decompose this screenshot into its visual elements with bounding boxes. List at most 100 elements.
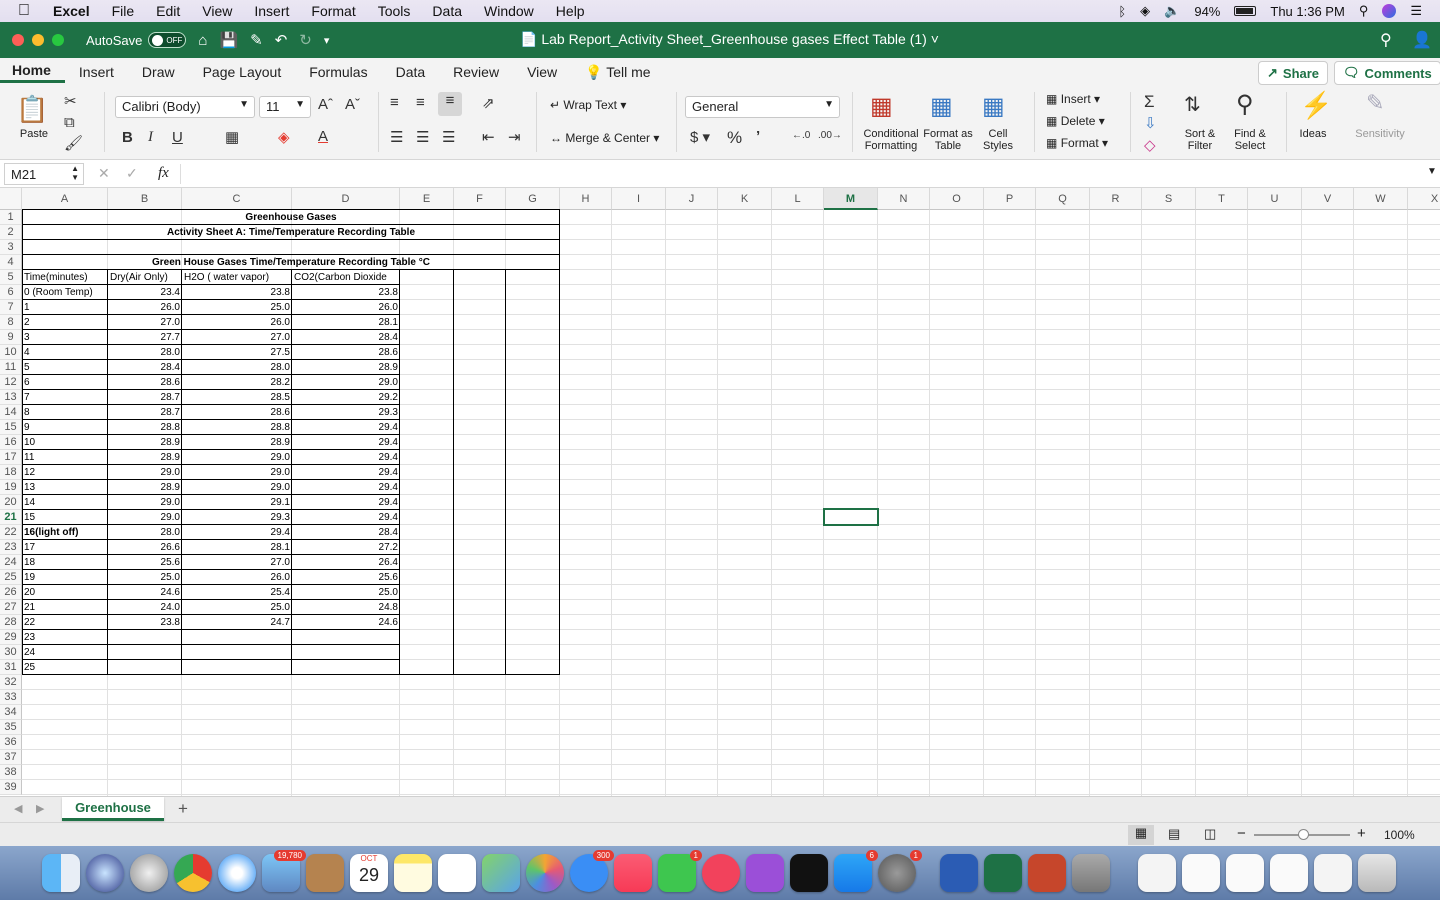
table-cell[interactable]: 22 <box>22 615 108 630</box>
row-header[interactable]: 10 <box>0 345 22 360</box>
table-cell[interactable]: 28.4 <box>292 330 400 345</box>
tab-insert[interactable]: Insert <box>65 64 128 80</box>
column-header[interactable]: F <box>454 188 506 210</box>
row-header[interactable]: 34 <box>0 705 22 720</box>
sort-filter-icon[interactable]: ⇅ <box>1184 92 1201 117</box>
table-cell[interactable]: 28.1 <box>182 540 292 555</box>
table-cell[interactable]: 7 <box>22 390 108 405</box>
row-header[interactable]: 24 <box>0 555 22 570</box>
table-cell[interactable]: 29.4 <box>292 450 400 465</box>
column-header[interactable]: K <box>718 188 772 210</box>
worksheet-grid[interactable]: A B C D E F G H I J K L M N O P Q R S T U V W X 1 2 3 4 5 6 7 8 9 10 11 12 1… <box>0 188 1440 796</box>
tell-me[interactable]: 💡 Tell me <box>571 64 664 81</box>
row-header[interactable]: 31 <box>0 660 22 675</box>
row-header[interactable]: 14 <box>0 405 22 420</box>
table-cell[interactable]: 27.7 <box>108 330 182 345</box>
row-header[interactable]: 15 <box>0 420 22 435</box>
table-cell[interactable]: 26.0 <box>292 300 400 315</box>
row-header[interactable]: 11 <box>0 360 22 375</box>
align-right-icon[interactable]: ☰ <box>442 128 455 146</box>
table-cell[interactable]: 24 <box>22 645 108 660</box>
zoom-out-button[interactable]: − <box>1237 825 1246 842</box>
column-header[interactable]: P <box>984 188 1036 210</box>
table-cell[interactable] <box>292 630 400 645</box>
column-header[interactable]: W <box>1354 188 1408 210</box>
table-cell[interactable]: 28.1 <box>292 315 400 330</box>
row-header[interactable]: 4 <box>0 255 22 270</box>
customize-toolbar-icon[interactable]: ▾ <box>324 34 330 47</box>
format-as-table-label[interactable]: Format as Table <box>922 128 974 152</box>
photos-app-icon[interactable]: 19,780 <box>262 850 306 892</box>
minimize-window-button[interactable] <box>32 34 44 46</box>
formula-input[interactable] <box>180 164 1420 184</box>
increase-font-icon[interactable]: Aˆ <box>318 96 333 113</box>
tab-page-layout[interactable]: Page Layout <box>189 64 296 80</box>
find-select-icon[interactable]: ⚲ <box>1236 90 1254 119</box>
find-select-label[interactable]: Find & Select <box>1226 128 1274 152</box>
table-cell[interactable]: 28.0 <box>182 360 292 375</box>
row-header[interactable]: 2 <box>0 225 22 240</box>
row-header[interactable]: 36 <box>0 735 22 750</box>
table-cell[interactable]: 19 <box>22 570 108 585</box>
align-bottom-icon[interactable]: ≡ <box>438 92 462 116</box>
contacts-icon[interactable] <box>306 854 344 892</box>
table-cell[interactable]: 14 <box>22 495 108 510</box>
table-cell[interactable]: 3 <box>22 330 108 345</box>
table-cell[interactable]: 28.6 <box>108 375 182 390</box>
align-top-icon[interactable]: ≡ <box>390 94 399 111</box>
redo-icon[interactable]: ↻ <box>299 31 312 49</box>
messages-icon[interactable]: 300 <box>570 850 614 892</box>
table-cell[interactable]: 28.9 <box>182 435 292 450</box>
menu-data[interactable]: Data <box>421 3 473 19</box>
safari-icon[interactable] <box>218 854 256 892</box>
menu-insert[interactable]: Insert <box>243 3 300 19</box>
volume-icon[interactable]: 🔈 <box>1164 3 1180 19</box>
column-header[interactable]: D <box>292 188 400 210</box>
table-cell[interactable]: 23.4 <box>108 285 182 300</box>
document-thumbnail-icon[interactable] <box>1270 854 1308 892</box>
menu-view[interactable]: View <box>191 3 243 19</box>
table-cell[interactable]: 27.0 <box>108 315 182 330</box>
column-header[interactable]: S <box>1142 188 1196 210</box>
delete-cells-button[interactable]: ▦ Delete ▾ <box>1046 114 1105 128</box>
sort-filter-label[interactable]: Sort & Filter <box>1178 128 1222 152</box>
siri-icon[interactable] <box>1382 4 1397 18</box>
excel-icon[interactable] <box>984 854 1022 892</box>
app-store-icon[interactable]: 6 <box>834 850 878 892</box>
column-header[interactable]: O <box>930 188 984 210</box>
comma-style-icon[interactable]: ’ <box>756 128 760 145</box>
align-middle-icon[interactable]: ≡ <box>416 94 425 111</box>
launchpad-icon[interactable] <box>130 854 168 892</box>
add-sheet-button[interactable]: + <box>178 799 188 819</box>
music-icon[interactable] <box>614 854 652 892</box>
column-header[interactable]: L <box>772 188 824 210</box>
column-heading-cell[interactable]: CO2(Carbon Dioxide <box>292 270 400 285</box>
row-header[interactable]: 33 <box>0 690 22 705</box>
table-cell[interactable]: 10 <box>22 435 108 450</box>
trash-icon[interactable] <box>1358 854 1396 892</box>
table-cell[interactable]: 28.9 <box>108 480 182 495</box>
save-icon[interactable]: 💾 <box>219 31 238 49</box>
row-header[interactable]: 1 <box>0 210 22 225</box>
table-cell[interactable]: 28.0 <box>108 525 182 540</box>
table-cell[interactable]: 25.0 <box>108 570 182 585</box>
table-cell[interactable]: 28.9 <box>292 360 400 375</box>
font-color-icon[interactable]: A <box>318 128 328 145</box>
row-header[interactable]: 8 <box>0 315 22 330</box>
table-cell[interactable]: 25.6 <box>292 570 400 585</box>
italic-button[interactable]: I <box>148 129 153 146</box>
row-header[interactable]: 37 <box>0 750 22 765</box>
column-header[interactable]: G <box>506 188 560 210</box>
bluetooth-icon[interactable]: ᛒ <box>1118 4 1126 19</box>
table-cell[interactable]: 12 <box>22 465 108 480</box>
insert-function-icon[interactable]: fx <box>158 165 169 182</box>
row-header[interactable]: 21 <box>0 510 22 525</box>
table-cell[interactable]: 9 <box>22 420 108 435</box>
font-size-dropdown[interactable]: 11 ▼ <box>259 96 311 118</box>
table-cell[interactable]: 26.6 <box>108 540 182 555</box>
table-cell[interactable]: 26.0 <box>182 570 292 585</box>
table-cell[interactable]: 29.0 <box>182 480 292 495</box>
sensitivity-label[interactable]: Sensitivity <box>1350 128 1410 140</box>
table-cell[interactable]: 29.4 <box>292 465 400 480</box>
conditional-formatting-icon[interactable]: ▦ <box>870 92 893 121</box>
